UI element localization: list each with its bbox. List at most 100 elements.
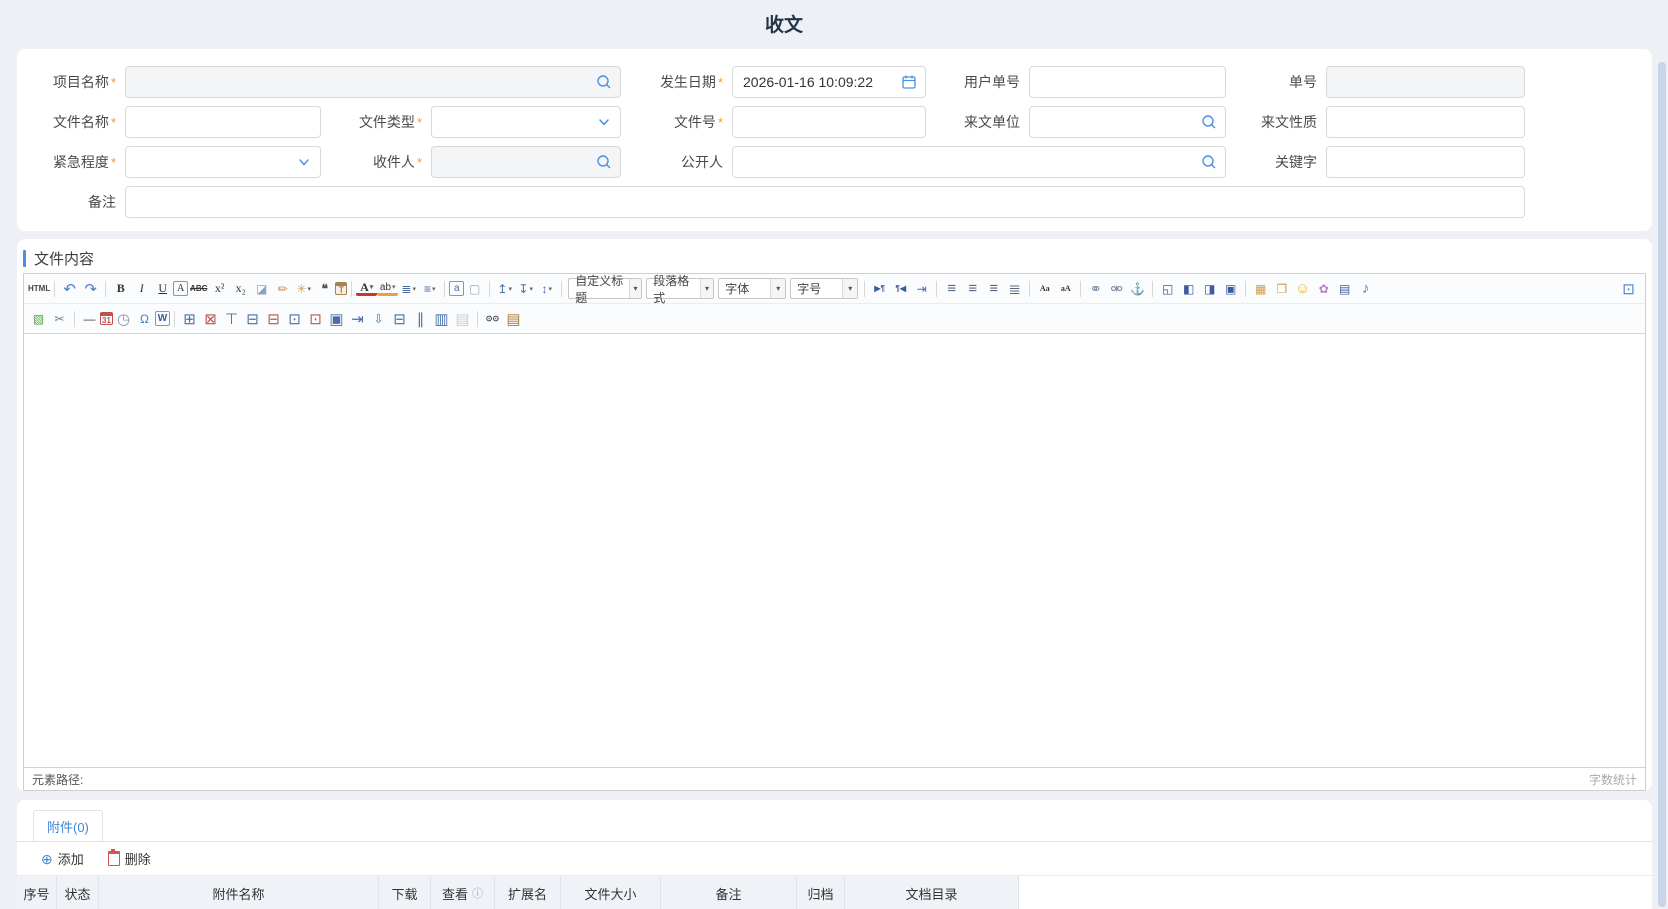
strikethrough-icon[interactable]: ABC bbox=[188, 279, 209, 299]
anchor-icon[interactable]: ⚓ bbox=[1127, 279, 1148, 299]
merge-down-icon[interactable]: ⇩ bbox=[368, 309, 389, 329]
font-color-icon[interactable]: A▾ bbox=[356, 281, 377, 296]
video-icon[interactable]: ▤ bbox=[1334, 279, 1355, 299]
source-nature-input[interactable] bbox=[1327, 107, 1524, 137]
paragraph-format-select[interactable]: 段落格式▾ bbox=[646, 278, 714, 299]
horizontal-rule-icon[interactable]: — bbox=[79, 309, 100, 329]
recipient-input[interactable] bbox=[432, 147, 620, 177]
search-icon[interactable] bbox=[595, 73, 613, 91]
table-caption-icon[interactable]: ⊤ bbox=[221, 309, 242, 329]
chevron-down-icon[interactable] bbox=[595, 113, 613, 131]
file-type-select[interactable] bbox=[431, 106, 621, 138]
insert-map-icon[interactable]: ▧ bbox=[28, 309, 49, 329]
merge-right-icon[interactable]: ⇥ bbox=[347, 309, 368, 329]
search-icon[interactable] bbox=[595, 153, 613, 171]
line-height-icon[interactable]: ↕▾ bbox=[536, 279, 557, 299]
highlight-color-icon[interactable]: ab▾ bbox=[377, 281, 398, 296]
user-order-no-input[interactable] bbox=[1030, 67, 1225, 97]
to-lowercase-icon[interactable]: aA bbox=[1055, 279, 1076, 299]
underline-icon[interactable]: U bbox=[152, 279, 173, 299]
para-space-bottom-icon[interactable]: ↧▾ bbox=[515, 279, 536, 299]
search-icon[interactable] bbox=[1200, 153, 1218, 171]
search-icon[interactable] bbox=[1200, 113, 1218, 131]
image-center-icon[interactable]: ▣ bbox=[1220, 279, 1241, 299]
print-icon[interactable]: ▤ bbox=[452, 309, 473, 329]
order-no-input[interactable] bbox=[1327, 67, 1524, 97]
paste-icon[interactable]: ▤ bbox=[503, 309, 524, 329]
delete-table-icon[interactable]: ⊠ bbox=[200, 309, 221, 329]
delete-col-icon[interactable]: ⊡ bbox=[305, 309, 326, 329]
find-replace-icon[interactable]: ⊙⊙ bbox=[482, 309, 503, 329]
file-name-input[interactable] bbox=[126, 107, 320, 137]
split-cells-icon[interactable]: ▥ bbox=[431, 309, 452, 329]
scrawl-icon[interactable]: ✿ bbox=[1313, 279, 1334, 299]
image-left-icon[interactable]: ◧ bbox=[1178, 279, 1199, 299]
paste-plain-icon[interactable]: T bbox=[335, 282, 347, 295]
tab-attachments[interactable]: 附件(0) bbox=[33, 810, 103, 841]
html-source-icon[interactable]: HTML bbox=[28, 279, 50, 299]
page-scrollbar[interactable] bbox=[1658, 62, 1666, 907]
insert-time-icon[interactable]: ◷ bbox=[113, 309, 134, 329]
add-attachment-button[interactable]: ⊕ 添加 bbox=[41, 849, 84, 868]
keyword-input[interactable] bbox=[1327, 147, 1524, 177]
autotypeset-icon[interactable]: ✳▾ bbox=[293, 279, 314, 299]
chevron-down-icon[interactable] bbox=[295, 153, 313, 171]
to-uppercase-icon[interactable]: Aa bbox=[1034, 279, 1055, 299]
ordered-list-icon[interactable]: ≣▾ bbox=[398, 279, 419, 299]
eraser-icon[interactable]: ◪ bbox=[251, 279, 272, 299]
source-unit-input[interactable] bbox=[1030, 107, 1225, 137]
music-icon[interactable]: ♪ bbox=[1355, 279, 1376, 299]
word-image-icon[interactable]: W bbox=[155, 311, 170, 326]
emotion-icon[interactable]: ☺ bbox=[1292, 279, 1313, 299]
unordered-list-icon[interactable]: ≡▾ bbox=[419, 279, 440, 299]
special-chars-icon[interactable]: Ω bbox=[134, 309, 155, 329]
undo-icon[interactable]: ↶ bbox=[59, 279, 80, 299]
split-rows-icon[interactable]: ⊟ bbox=[389, 309, 410, 329]
image-default-icon[interactable]: ◱ bbox=[1157, 279, 1178, 299]
file-no-input[interactable] bbox=[733, 107, 925, 137]
public-person-input[interactable] bbox=[733, 147, 1225, 177]
image-right-icon[interactable]: ◨ bbox=[1199, 279, 1220, 299]
insert-date-icon[interactable]: 31 bbox=[100, 312, 113, 325]
font-border-icon[interactable]: A bbox=[173, 281, 188, 296]
calendar-icon[interactable] bbox=[900, 73, 918, 91]
delete-attachment-button[interactable]: 删除 bbox=[108, 849, 151, 868]
remark-input[interactable] bbox=[126, 187, 1524, 217]
para-space-top-icon[interactable]: ↥▾ bbox=[494, 279, 515, 299]
urgency-select[interactable] bbox=[125, 146, 321, 178]
redo-icon[interactable]: ↷ bbox=[80, 279, 101, 299]
superscript-icon[interactable]: x² bbox=[209, 279, 230, 299]
delete-row-icon[interactable]: ⊟ bbox=[263, 309, 284, 329]
urgency-input[interactable] bbox=[126, 147, 320, 177]
merge-cells-icon[interactable]: ▣ bbox=[326, 309, 347, 329]
bold-icon[interactable]: B bbox=[110, 279, 131, 299]
editor-content-area[interactable] bbox=[24, 334, 1645, 767]
link-icon[interactable]: ⚭ bbox=[1085, 279, 1106, 299]
align-right-icon[interactable]: ≡ bbox=[983, 279, 1004, 299]
unlink-icon[interactable]: ⚮ bbox=[1106, 279, 1127, 299]
insert-row-icon[interactable]: ⊟ bbox=[242, 309, 263, 329]
font-family-select[interactable]: 字体▾ bbox=[718, 278, 786, 299]
custom-title-select[interactable]: 自定义标题▾ bbox=[568, 278, 642, 299]
project-name-input[interactable] bbox=[126, 67, 620, 97]
split-cols-icon[interactable]: ∥ bbox=[410, 309, 431, 329]
insert-image-icon[interactable]: ▦ bbox=[1250, 279, 1271, 299]
rtl-icon[interactable]: ¶◀ bbox=[890, 279, 911, 299]
ltr-icon[interactable]: ▶¶ bbox=[869, 279, 890, 299]
align-justify-icon[interactable]: ≣ bbox=[1004, 279, 1025, 299]
preview-icon[interactable]: ⊡ bbox=[1618, 279, 1639, 299]
clear-doc-icon[interactable]: ▢ bbox=[464, 279, 485, 299]
font-size-select[interactable]: 字号▾ bbox=[790, 278, 858, 299]
subscript-icon[interactable]: x₂ bbox=[230, 279, 251, 299]
align-center-icon[interactable]: ≡ bbox=[962, 279, 983, 299]
insert-table-icon[interactable]: ⊞ bbox=[179, 309, 200, 329]
auto-link-icon[interactable]: a bbox=[449, 281, 464, 296]
occur-date-input[interactable] bbox=[733, 67, 925, 97]
word-count-label[interactable]: 字数统计 bbox=[1589, 771, 1637, 788]
blockquote-icon[interactable]: ❝ bbox=[314, 279, 335, 299]
screenshot-icon[interactable]: ✂ bbox=[49, 309, 70, 329]
align-left-icon[interactable]: ≡ bbox=[941, 279, 962, 299]
italic-icon[interactable]: I bbox=[131, 279, 152, 299]
format-brush-icon[interactable]: ✏ bbox=[272, 279, 293, 299]
indent-icon[interactable]: ⇥ bbox=[911, 279, 932, 299]
